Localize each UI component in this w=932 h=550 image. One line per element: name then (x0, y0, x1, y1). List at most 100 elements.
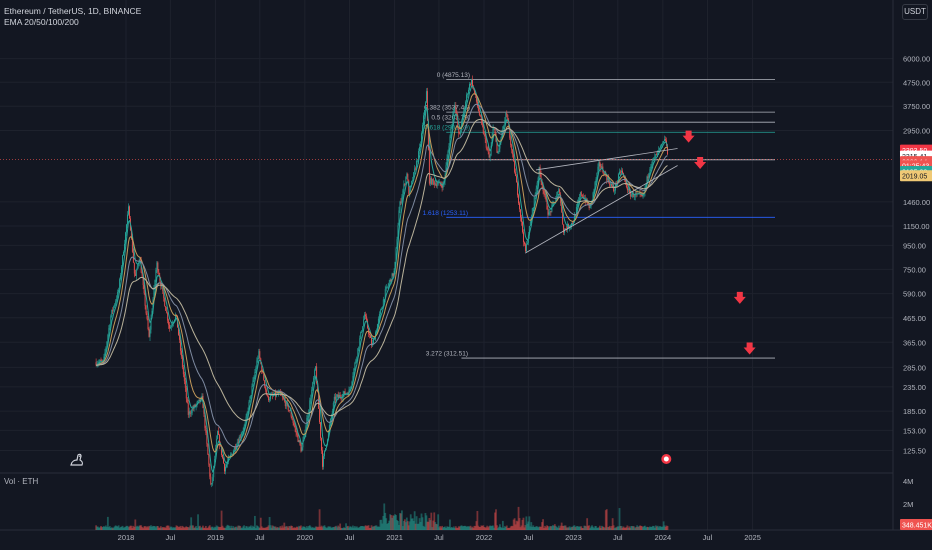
fib-level-label: 0.382 (3537.46) (424, 105, 470, 112)
candle-body (380, 308, 382, 311)
volume-bar (666, 526, 669, 530)
candle-body (523, 232, 524, 243)
candle-body (481, 121, 483, 126)
candle-body (589, 206, 591, 209)
candle-body (171, 325, 173, 327)
candle-body (626, 187, 628, 191)
y-tick-label: 465.00 (903, 314, 926, 323)
candle-body (388, 282, 390, 286)
candle-body (241, 432, 243, 436)
y-tick-label: 185.00 (903, 407, 926, 416)
candle-body (434, 183, 436, 185)
candle-body (146, 313, 148, 319)
y-tick-label: 4750.00 (903, 78, 930, 87)
candle-body (247, 410, 249, 413)
candle-body (607, 177, 609, 181)
ema-line-20 (95, 85, 668, 474)
candle-body (205, 427, 207, 433)
x-tick-label: Jul (166, 533, 176, 542)
candle-body (459, 133, 461, 135)
x-tick-label: Jul (524, 533, 534, 542)
candle-body (653, 157, 655, 159)
trendlines (0, 148, 893, 254)
candle-body (453, 108, 455, 114)
candle-body (156, 262, 158, 270)
candle-body (580, 192, 582, 195)
candle-body (209, 464, 211, 477)
candle-body (521, 217, 522, 222)
candle-body (599, 161, 601, 167)
candle-body (315, 366, 317, 371)
candle-body (401, 196, 403, 203)
candle-body (141, 272, 143, 278)
candle-body (572, 222, 573, 224)
candle-body (320, 422, 322, 439)
candle-body (558, 189, 560, 192)
candle-body (135, 269, 137, 276)
candle-body (512, 149, 514, 155)
candle-body (211, 483, 213, 485)
candle-body (487, 148, 489, 152)
y-tick-label: 1460.00 (903, 198, 930, 207)
candle-body (430, 178, 432, 185)
x-tick-label: Jul (255, 533, 265, 542)
candle-body (529, 221, 531, 227)
volume-label: Vol · ETH (4, 477, 39, 486)
candle-body (479, 115, 481, 117)
candle-body (128, 206, 129, 215)
candle-body (414, 168, 416, 173)
y-tick-label: 1150.00 (903, 222, 930, 231)
candle-body (661, 143, 663, 146)
volume-tick-label: 2M (903, 500, 913, 509)
candle-body (576, 203, 578, 208)
candle-body (300, 444, 302, 452)
candle-body (301, 447, 303, 452)
candle-body (198, 399, 200, 401)
candle-body (523, 242, 525, 245)
candle-body (389, 279, 391, 283)
candle-body (343, 391, 345, 395)
x-tick-label: 2024 (655, 533, 672, 542)
candle-body (435, 183, 437, 187)
candle-body (379, 310, 381, 315)
candle-body (621, 170, 622, 173)
candle-body (424, 110, 425, 116)
candle-body (334, 396, 336, 400)
candle-body (361, 331, 363, 333)
x-tick-label: 2021 (386, 533, 403, 542)
candle-body (630, 194, 632, 197)
candle-body (480, 116, 482, 122)
candle-body (149, 329, 151, 337)
candle-body (239, 436, 241, 438)
candle-body (120, 275, 122, 280)
candle-body (224, 463, 225, 472)
candle-body (482, 125, 484, 134)
candle-body (366, 316, 368, 321)
down-arrows (661, 130, 756, 464)
x-tick-label: 2025 (744, 533, 761, 542)
candle-body (217, 431, 219, 439)
price-tag-label: 2019.05 (902, 174, 927, 181)
candle-body (296, 432, 298, 435)
candle-body (611, 184, 613, 186)
price-chart[interactable]: 0 (4875.13)0.382 (3537.46)0.5 (3203.79)0… (0, 0, 932, 550)
candle-body (265, 386, 267, 391)
candle-body (404, 184, 406, 185)
candle-body (289, 410, 291, 412)
candle-body (606, 175, 608, 181)
candle-body (183, 374, 185, 382)
candle-body (658, 150, 660, 151)
candle-body (256, 360, 258, 368)
y-tick-label: 950.00 (903, 241, 926, 250)
candle-body (467, 93, 469, 95)
candle-body (288, 410, 290, 411)
candle-body (206, 432, 208, 444)
currency-button[interactable]: USDT (902, 4, 928, 20)
x-tick-label: 2020 (297, 533, 314, 542)
candle-body (369, 333, 371, 336)
candle-body (392, 273, 394, 276)
candle-body (498, 148, 500, 152)
x-tick-label: 2018 (118, 533, 135, 542)
candle-body (127, 214, 128, 225)
candle-body (307, 415, 309, 418)
